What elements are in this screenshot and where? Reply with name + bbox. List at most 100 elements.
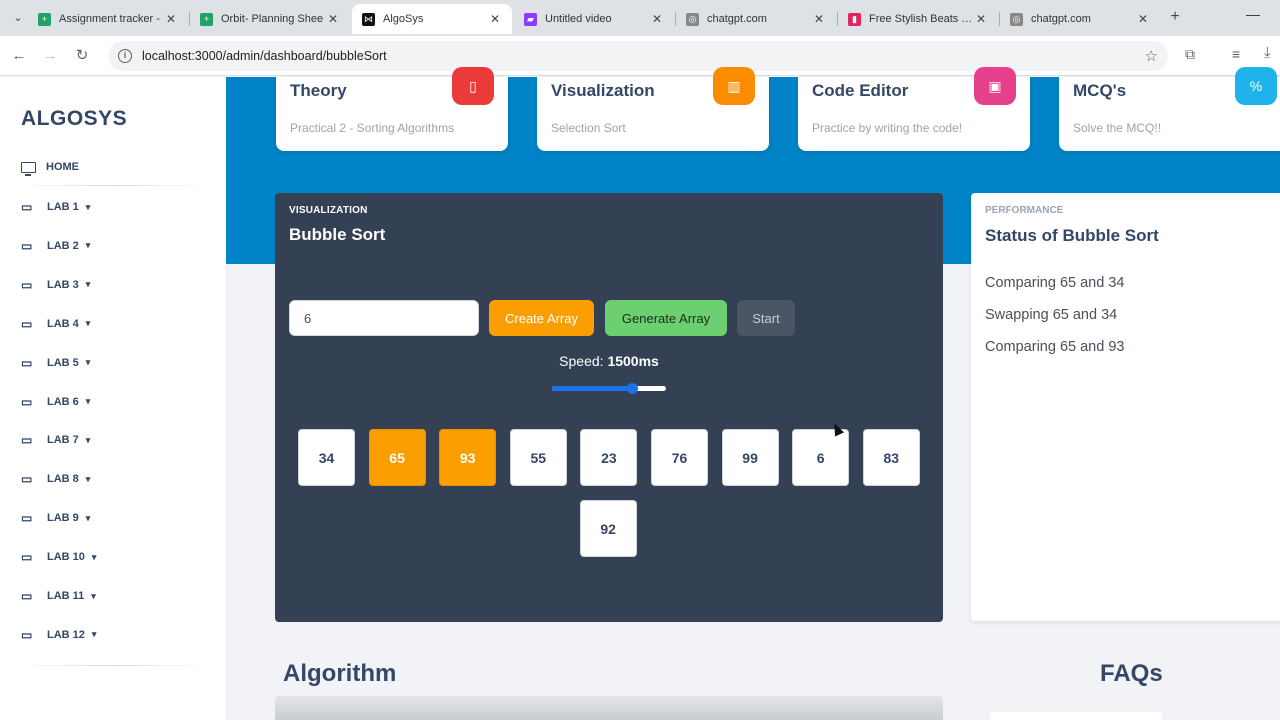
new-tab-button[interactable]: + (1166, 8, 1184, 26)
tab-favicon-icon: ◎ (686, 12, 699, 26)
site-info-icon[interactable]: i (118, 49, 132, 63)
bookmark-star-icon[interactable]: ☆ (1145, 47, 1158, 65)
sidebar-item-lab-6[interactable]: ▭ LAB 6 ▾ (21, 390, 90, 414)
sidebar-item-home[interactable]: HOME (21, 155, 79, 179)
tab-title: chatgpt.com (1031, 13, 1091, 25)
close-tab-icon[interactable]: ✕ (164, 12, 178, 26)
sidebar-item-lab-7[interactable]: ▭ LAB 7 ▾ (21, 428, 90, 452)
panel-eyebrow: PERFORMANCE (985, 205, 1064, 216)
document-icon: ▯ (452, 67, 494, 105)
sidebar-item-lab-1[interactable]: ▭ LAB 1 ▾ (21, 195, 90, 219)
info-card-code-editor[interactable]: Code Editor Practice by writing the code!… (798, 67, 1030, 151)
sidebar-item-label: LAB 3 (47, 278, 79, 291)
close-tab-icon[interactable]: ✕ (650, 12, 664, 26)
sidebar-item-lab-12[interactable]: ▭ LAB 12 ▾ (21, 623, 96, 647)
sidebar-item-lab-5[interactable]: ▭ LAB 5 ▾ (21, 351, 90, 375)
create-array-button[interactable]: Create Array (489, 300, 594, 336)
forward-arrow-icon[interactable]: → (40, 46, 60, 66)
chevron-down-icon: ▾ (85, 279, 91, 290)
chevron-down-icon: ▾ (85, 201, 91, 212)
sidebar-item-label: LAB 2 (47, 239, 79, 252)
sidebar-item-label: LAB 6 (47, 395, 79, 408)
tab-title: AlgoSys (383, 13, 424, 25)
close-tab-icon[interactable]: ✕ (812, 12, 826, 26)
array-size-input[interactable] (289, 300, 479, 336)
panel-eyebrow: VISUALIZATION (289, 205, 368, 216)
sidebar-item-lab-11[interactable]: ▭ LAB 11 ▾ (21, 584, 96, 608)
sidebar-item-lab-4[interactable]: ▭ LAB 4 ▾ (21, 312, 90, 336)
slider-thumb[interactable] (626, 383, 638, 394)
tab-search-chevron-icon[interactable]: ⌄ (8, 9, 28, 27)
back-arrow-icon[interactable]: ← (9, 46, 29, 66)
extensions-icon[interactable]: ⧉ (1185, 46, 1195, 63)
minimize-window-icon[interactable]: — (1246, 6, 1260, 22)
algorithm-heading: Algorithm (283, 660, 397, 687)
book-icon: ▭ (21, 627, 33, 642)
info-card-visualization[interactable]: Visualization Selection Sort ▥ (537, 67, 769, 151)
close-tab-icon[interactable]: ✕ (974, 12, 988, 26)
sidebar-item-lab-2[interactable]: ▭ LAB 2 ▾ (21, 234, 90, 258)
brand-logo-text: ALGOSYS (21, 107, 128, 130)
browser-tab[interactable]: ◎ chatgpt.com ✕ (1000, 4, 1160, 34)
browser-tab[interactable]: + Orbit- Planning Shee ✕ (190, 4, 350, 34)
laptop-icon: ▣ (974, 67, 1016, 105)
sidebar-item-label: LAB 11 (47, 590, 85, 602)
book-icon: ▭ (21, 433, 33, 448)
browser-tab[interactable]: ▰ Untitled video ✕ (514, 4, 674, 34)
array-element: 55 (509, 429, 567, 486)
chevron-down-icon: ▾ (91, 590, 96, 601)
chevron-down-icon: ▾ (85, 396, 91, 406)
tab-favicon-icon: ⋈ (362, 12, 375, 26)
tab-title: chatgpt.com (707, 13, 767, 25)
panel-title: Status of Bubble Sort (985, 226, 1159, 245)
browser-tab[interactable]: + Assignment tracker - ✕ (28, 4, 188, 34)
card-subtitle: Practical 2 - Sorting Algorithms (290, 121, 455, 135)
url-text[interactable]: localhost:3000/admin/dashboard/bubbleSor… (142, 49, 387, 63)
card-title: MCQ's (1073, 81, 1127, 100)
card-subtitle: Selection Sort (551, 121, 626, 135)
close-tab-icon[interactable]: ✕ (1136, 12, 1150, 26)
media-control-icon[interactable]: ≡ (1232, 46, 1240, 62)
book-icon: ▭ (21, 277, 33, 292)
sidebar-item-lab-3[interactable]: ▭ LAB 3 ▾ (21, 273, 90, 297)
array-element: 23 (580, 429, 638, 486)
array-element: 6 (792, 429, 850, 486)
download-icon[interactable]: ⤓ (1264, 44, 1271, 61)
slider-fill (552, 386, 632, 391)
sidebar-item-label: LAB 8 (47, 473, 79, 486)
info-card-theory[interactable]: Theory Practical 2 - Sorting Algorithms ▯ (276, 67, 508, 151)
percent-icon: % (1235, 67, 1277, 105)
tab-favicon-icon: ▮ (848, 12, 861, 26)
status-log-line: Swapping 65 and 34 (985, 307, 1118, 323)
start-button[interactable]: Start (737, 300, 795, 336)
sidebar-item-lab-10[interactable]: ▭ LAB 10 ▾ (21, 545, 96, 569)
browser-tab[interactable]: ◎ chatgpt.com ✕ (676, 4, 836, 34)
chevron-down-icon: ▾ (85, 318, 91, 329)
tab-favicon-icon: ◎ (1010, 12, 1023, 26)
array-element: 34 (298, 429, 355, 486)
panel-title: Bubble Sort (289, 225, 386, 244)
generate-array-button[interactable]: Generate Array (605, 300, 727, 336)
chevron-down-icon: ▾ (85, 357, 91, 368)
close-tab-icon[interactable]: ✕ (488, 12, 502, 26)
browser-tab-bar: ⌄ + Assignment tracker - ✕ + Orbit- Planning… (0, 0, 1280, 36)
chevron-down-icon: ▾ (91, 629, 97, 640)
sidebar-item-label: HOME (46, 161, 79, 173)
browser-tab[interactable]: ▮ Free Stylish Beats • L ✕ (838, 4, 998, 34)
speed-slider[interactable] (552, 383, 666, 394)
info-card-mcq-s[interactable]: MCQ's Solve the MCQ!!% (1059, 67, 1280, 151)
book-icon: ▭ (21, 589, 33, 603)
faq-card (990, 712, 1162, 720)
reload-icon[interactable]: ↻ (72, 46, 92, 66)
sidebar-item-lab-9[interactable]: ▭ LAB 9 ▾ (21, 506, 90, 530)
chevron-down-icon: ▾ (85, 512, 91, 523)
close-tab-icon[interactable]: ✕ (326, 12, 340, 26)
book-icon: ▭ (21, 238, 33, 253)
sidebar-item-lab-8[interactable]: ▭ LAB 8 ▾ (21, 467, 90, 491)
array-element: 65 (368, 429, 426, 486)
sidebar-item-label: LAB 10 (47, 551, 85, 564)
visualization-panel: VISUALIZATION Bubble Sort Create Array G… (275, 193, 943, 622)
browser-toolbar: ← → ↻ i localhost:3000/admin/dashboard/b… (0, 36, 1280, 76)
browser-tab[interactable]: ⋈ AlgoSys ✕ (352, 4, 512, 34)
speed-value: 1500ms (607, 353, 659, 369)
